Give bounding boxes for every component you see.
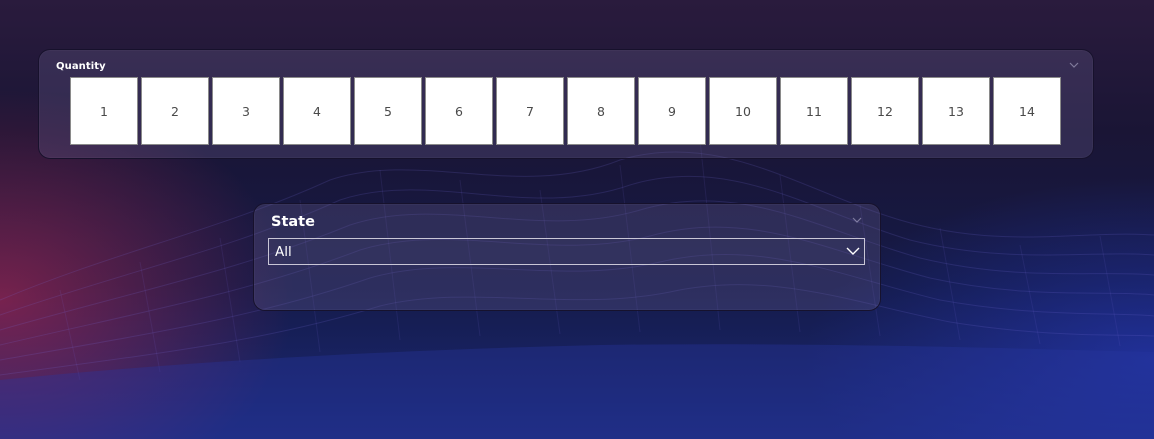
quantity-option[interactable]: 9 [638,77,706,145]
chevron-down-icon[interactable] [1069,60,1079,70]
quantity-option[interactable]: 4 [283,77,351,145]
quantity-option[interactable]: 6 [425,77,493,145]
quantity-slicer: Quantity 1 2 3 4 5 6 7 8 9 10 11 12 13 1… [38,49,1094,159]
quantity-option[interactable]: 2 [141,77,209,145]
state-slicer-title: State [271,214,315,230]
chevron-down-icon[interactable] [852,215,862,225]
quantity-option[interactable]: 1 [70,77,138,145]
quantity-option[interactable]: 13 [922,77,990,145]
quantity-option[interactable]: 14 [993,77,1061,145]
quantity-option[interactable]: 11 [780,77,848,145]
state-dropdown-value: All [275,244,292,260]
quantity-option[interactable]: 8 [567,77,635,145]
chevron-down-icon [846,247,860,255]
state-slicer: State All [253,203,881,311]
quantity-option[interactable]: 10 [709,77,777,145]
quantity-option[interactable]: 3 [212,77,280,145]
state-dropdown[interactable]: All [268,238,865,265]
quantity-option[interactable]: 12 [851,77,919,145]
quantity-option[interactable]: 7 [496,77,564,145]
quantity-options: 1 2 3 4 5 6 7 8 9 10 11 12 13 14 [70,77,1061,145]
quantity-slicer-title: Quantity [56,61,106,72]
quantity-option[interactable]: 5 [354,77,422,145]
